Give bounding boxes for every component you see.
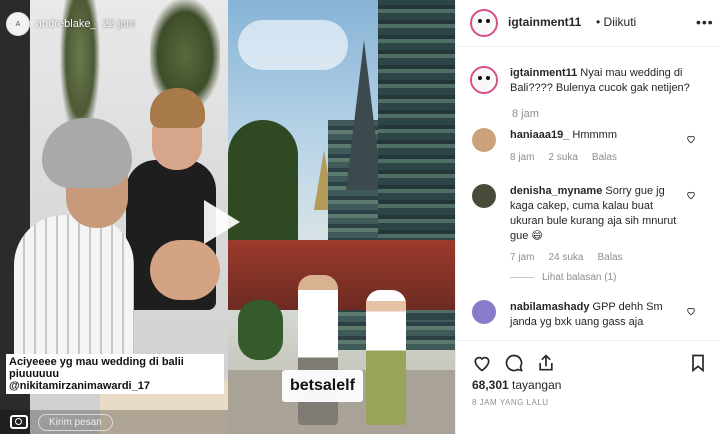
share-icon[interactable]	[536, 353, 556, 373]
story-man-arm	[150, 240, 220, 300]
story-avatar: A	[6, 12, 30, 36]
instagram-post-modal: A andreblake_ 22 jam Aciyeeee yg mau wed…	[0, 0, 720, 434]
story-caption: Aciyeeee yg mau wedding di balii piuuuuu…	[6, 354, 224, 394]
comment-avatar[interactable]	[472, 300, 496, 324]
comment-meta: 7 jam 24 suka Balas	[510, 252, 623, 263]
view-replies-link[interactable]: Lihat balasan (1)	[510, 272, 617, 283]
post-header: igtainment11 • Diikuti •••	[456, 0, 720, 47]
comment-username[interactable]: nabilamashady	[510, 301, 589, 313]
walking-man	[298, 275, 338, 425]
walking-woman	[366, 290, 406, 425]
story-screenshot: A andreblake_ 22 jam Aciyeeee yg mau wed…	[0, 0, 228, 434]
story-woman-hair	[42, 118, 132, 188]
temple-spire	[346, 40, 382, 190]
views-number: 68,301	[472, 378, 509, 392]
comment-time: 7 jam	[510, 252, 535, 263]
post-media[interactable]: A andreblake_ 22 jam Aciyeeee yg mau wed…	[0, 0, 455, 434]
comment-avatar[interactable]	[472, 128, 496, 152]
replies-line	[510, 277, 534, 278]
comment-likes[interactable]: 24 suka	[548, 252, 583, 263]
posted-time: 8 JAM YANG LALU	[472, 398, 549, 407]
comment-username[interactable]: denisha_myname	[510, 185, 602, 197]
views-label: tayangan	[508, 378, 562, 392]
cloud	[238, 20, 348, 70]
heart-icon[interactable]	[686, 306, 696, 316]
temple-photo: betsalelf	[228, 0, 455, 434]
header-avatar[interactable]	[470, 9, 498, 37]
caption-text: igtainment11 Nyai mau wedding di Bali???…	[510, 66, 720, 96]
like-heart-icon[interactable]	[472, 353, 492, 373]
header-username[interactable]: igtainment11	[508, 15, 581, 29]
story-username: andreblake_	[36, 18, 97, 30]
shrub	[238, 300, 283, 360]
comment-meta: 8 jam 2 suka Balas	[510, 152, 617, 163]
heart-icon[interactable]	[686, 190, 696, 200]
play-icon[interactable]	[204, 200, 240, 244]
follow-status: • Diikuti	[596, 15, 637, 29]
caption-avatar[interactable]	[470, 66, 498, 94]
post-actions	[456, 340, 720, 377]
comment-text: nabilamashady GPP dehh Sm janda yg bxk u…	[510, 300, 686, 330]
avatar-face-icon	[474, 13, 494, 33]
comment-bubble-icon[interactable]	[504, 353, 524, 373]
comment-time: 8 jam	[510, 152, 535, 163]
post-side-panel: igtainment11 • Diikuti ••• igtainment11 …	[455, 0, 720, 434]
reply-button[interactable]: Balas	[592, 152, 617, 163]
brand-watermark: betsalelf	[282, 370, 363, 402]
story-avatar-text: A	[15, 20, 21, 28]
story-reply-bar: Kirim pesan	[0, 410, 228, 434]
comment-likes[interactable]: 2 suka	[548, 152, 577, 163]
comment-text: denisha_myname Sorry gue jg kaga cakep, …	[510, 184, 686, 244]
comment-text: haniaaa19_ Hmmmm	[510, 128, 686, 143]
view-replies-label: Lihat balasan (1)	[542, 272, 617, 283]
heart-icon[interactable]	[686, 134, 696, 144]
story-caption-line1: Aciyeeee yg mau wedding di balii piuuuuu…	[9, 356, 184, 380]
story-time: 22 jam	[102, 18, 136, 30]
caption-username[interactable]: igtainment11	[510, 67, 577, 79]
bookmark-icon[interactable]	[688, 353, 708, 373]
story-caption-mention: @nikitamirzanimawardi_17	[9, 380, 150, 392]
comment-username[interactable]: haniaaa19_	[510, 129, 569, 141]
more-options-icon[interactable]: •••	[696, 14, 714, 30]
story-reply-input: Kirim pesan	[38, 413, 113, 431]
view-count[interactable]: 68,301 tayangan	[472, 378, 561, 392]
caption-time: 8 jam	[512, 108, 539, 120]
reply-button[interactable]: Balas	[597, 252, 622, 263]
comment-body: Hmmmm	[569, 129, 617, 141]
comment-avatar[interactable]	[472, 184, 496, 208]
story-header: A andreblake_ 22 jam	[6, 12, 136, 36]
camera-icon	[10, 415, 28, 429]
avatar-face-icon	[474, 70, 494, 90]
